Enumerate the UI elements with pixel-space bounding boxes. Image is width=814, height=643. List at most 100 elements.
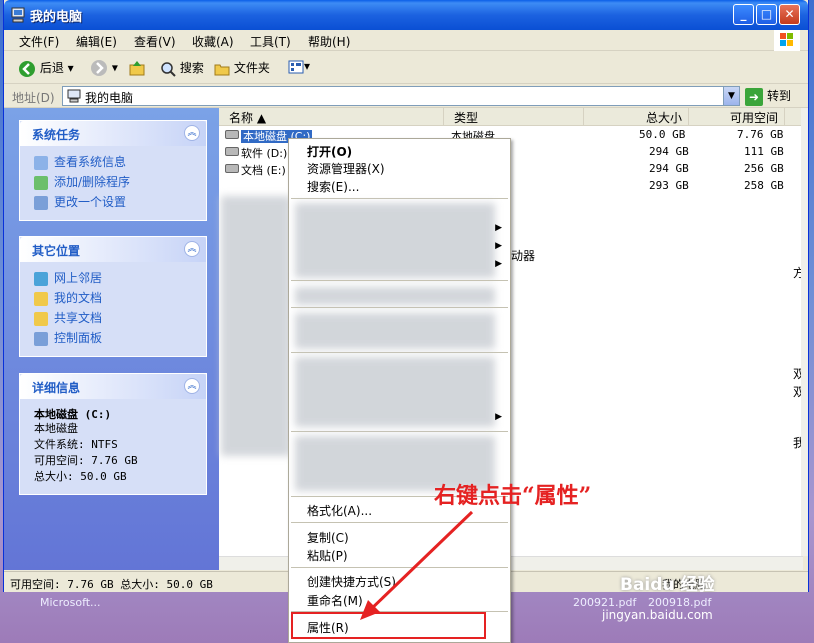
menu-copy[interactable]: 复制(C)	[307, 529, 349, 546]
toolbar: 后退 ▾ ▾ 搜索 文件夹 ▾	[4, 52, 808, 84]
menu-open-label: 打开(O)	[307, 145, 353, 159]
details-type: 本地磁盘	[34, 422, 78, 435]
column-name[interactable]: 名称 ▲	[219, 108, 444, 126]
system-tasks-header[interactable]: 系统任务 ︽	[20, 121, 206, 146]
title-bar[interactable]: 我的电脑 _ □ ✕	[4, 0, 808, 30]
other-places-title: 其它位置	[32, 244, 81, 258]
go-button[interactable]: ➜ 转到	[745, 87, 791, 106]
folders-label: 文件夹	[233, 61, 270, 75]
folders-button[interactable]: 文件夹	[214, 59, 270, 76]
close-button[interactable]: ✕	[779, 4, 800, 25]
drive-name: 文档 (E:)	[241, 164, 286, 177]
drive-free: 256 GB	[744, 162, 784, 175]
link-network-places[interactable]: 网上邻居	[34, 269, 102, 286]
other-places-header[interactable]: 其它位置 ︽	[20, 237, 206, 262]
status-text: 可用空间: 7.76 GB 总大小: 50.0 GB	[10, 578, 213, 591]
menu-favorites[interactable]: 收藏(A)	[192, 33, 234, 50]
forward-button[interactable]: ▾	[90, 59, 118, 77]
up-folder-button[interactable]	[128, 59, 146, 77]
address-bar: 地址(D) 我的电脑 ▼ ➜ 转到	[4, 84, 808, 108]
my-computer-icon	[11, 7, 25, 23]
address-input[interactable]: 我的电脑 ▼	[62, 86, 740, 106]
watermark-logo: Baidu 经验	[620, 575, 715, 595]
blurred-region	[295, 203, 495, 278]
submenu-arrow-icon: ▶	[495, 259, 502, 269]
drive-free: 111 GB	[744, 145, 784, 158]
separator	[291, 431, 508, 432]
menu-edit[interactable]: 编辑(E)	[76, 33, 117, 50]
blurred-region	[295, 357, 495, 427]
drive-total: 293 GB	[649, 179, 689, 192]
link-shared-documents[interactable]: 共享文档	[34, 309, 102, 326]
task-pane: 系统任务 ︽ 查看系统信息 添加/删除程序 更改一个设置 其它位置 ︽ 网上邻居 我…	[4, 108, 219, 570]
link-view-system-info[interactable]: 查看系统信息	[34, 153, 126, 170]
collapse-icon[interactable]: ︽	[184, 378, 200, 394]
back-button[interactable]: 后退 ▾	[18, 59, 74, 78]
collapse-icon[interactable]: ︽	[184, 125, 200, 141]
shared-folder-icon	[34, 311, 48, 326]
views-button[interactable]: ▾	[288, 59, 310, 74]
menu-help[interactable]: 帮助(H)	[308, 33, 350, 50]
documents-folder-icon	[34, 291, 48, 306]
menu-paste[interactable]: 粘贴(P)	[307, 547, 348, 564]
menu-open[interactable]: 打开(O)	[307, 143, 352, 160]
link-control-panel[interactable]: 控制面板	[34, 329, 102, 346]
forward-arrow-icon	[91, 60, 107, 76]
drive-icon	[225, 164, 239, 173]
link-change-setting[interactable]: 更改一个设置	[34, 193, 126, 210]
my-computer-icon	[67, 89, 81, 103]
link-add-remove-programs[interactable]: 添加/删除程序	[34, 173, 130, 190]
desktop-item-microsoft[interactable]: Microsoft...	[40, 596, 101, 609]
details-filesystem: 文件系统: NTFS	[34, 438, 118, 451]
menu-file[interactable]: 文件(F)	[19, 33, 59, 50]
menu-bar: 文件(F) 编辑(E) 查看(V) 收藏(A) 工具(T) 帮助(H)	[4, 30, 808, 51]
blurred-region	[295, 287, 495, 305]
system-info-icon	[34, 155, 48, 170]
link-my-documents[interactable]: 我的文档	[34, 289, 102, 306]
address-label: 地址(D)	[12, 91, 55, 105]
menu-tools[interactable]: 工具(T)	[250, 33, 291, 50]
collapse-icon[interactable]: ︽	[184, 241, 200, 257]
views-icon	[288, 60, 304, 73]
search-label: 搜索	[179, 61, 204, 75]
go-arrow-icon: ➜	[745, 87, 763, 106]
control-panel-icon	[34, 195, 48, 210]
column-type[interactable]: 类型	[444, 108, 584, 126]
drive-free: 258 GB	[744, 179, 784, 192]
column-total[interactable]: 总大小	[584, 108, 689, 126]
column-free[interactable]: 可用空间	[689, 108, 785, 126]
details-header[interactable]: 详细信息 ︽	[20, 374, 206, 399]
system-tasks-panel: 系统任务 ︽ 查看系统信息 添加/删除程序 更改一个设置	[19, 120, 207, 221]
address-value: 我的电脑	[85, 91, 134, 105]
drive-total: 50.0 GB	[639, 128, 686, 141]
menu-explorer[interactable]: 资源管理器(X)	[307, 160, 385, 177]
back-arrow-icon	[19, 60, 35, 77]
menu-search[interactable]: 搜索(E)...	[307, 178, 359, 195]
watermark-url: jingyan.baidu.com	[602, 608, 713, 622]
maximize-button[interactable]: □	[756, 4, 777, 25]
system-tasks-title: 系统任务	[32, 128, 81, 142]
link-label: 我的文档	[54, 291, 103, 305]
drive-free: 7.76 GB	[737, 128, 784, 141]
address-dropdown-button[interactable]: ▼	[723, 87, 739, 105]
menu-view[interactable]: 查看(V)	[134, 33, 176, 50]
search-button[interactable]: 搜索	[160, 59, 204, 77]
drive-total: 294 GB	[649, 162, 689, 175]
window-title: 我的电脑	[30, 10, 83, 25]
separator	[291, 280, 508, 281]
vertical-scrollbar[interactable]	[801, 108, 808, 556]
details-total-size: 总大小: 50.0 GB	[34, 470, 127, 483]
menu-rename[interactable]: 重命名(M)	[307, 592, 363, 609]
column-label: 名称	[229, 111, 254, 125]
column-label: 总大小	[645, 111, 682, 125]
column-label: 可用空间	[729, 111, 778, 125]
minimize-button[interactable]: _	[733, 4, 754, 25]
column-label: 类型	[454, 111, 479, 125]
control-panel-icon	[34, 331, 48, 346]
drive-total: 294 GB	[649, 145, 689, 158]
link-label: 控制面板	[54, 331, 103, 345]
menu-format[interactable]: 格式化(A)...	[307, 502, 372, 519]
menu-create-shortcut[interactable]: 创建快捷方式(S)	[307, 573, 396, 590]
windows-logo-icon	[774, 30, 800, 51]
go-label: 转到	[767, 89, 792, 103]
